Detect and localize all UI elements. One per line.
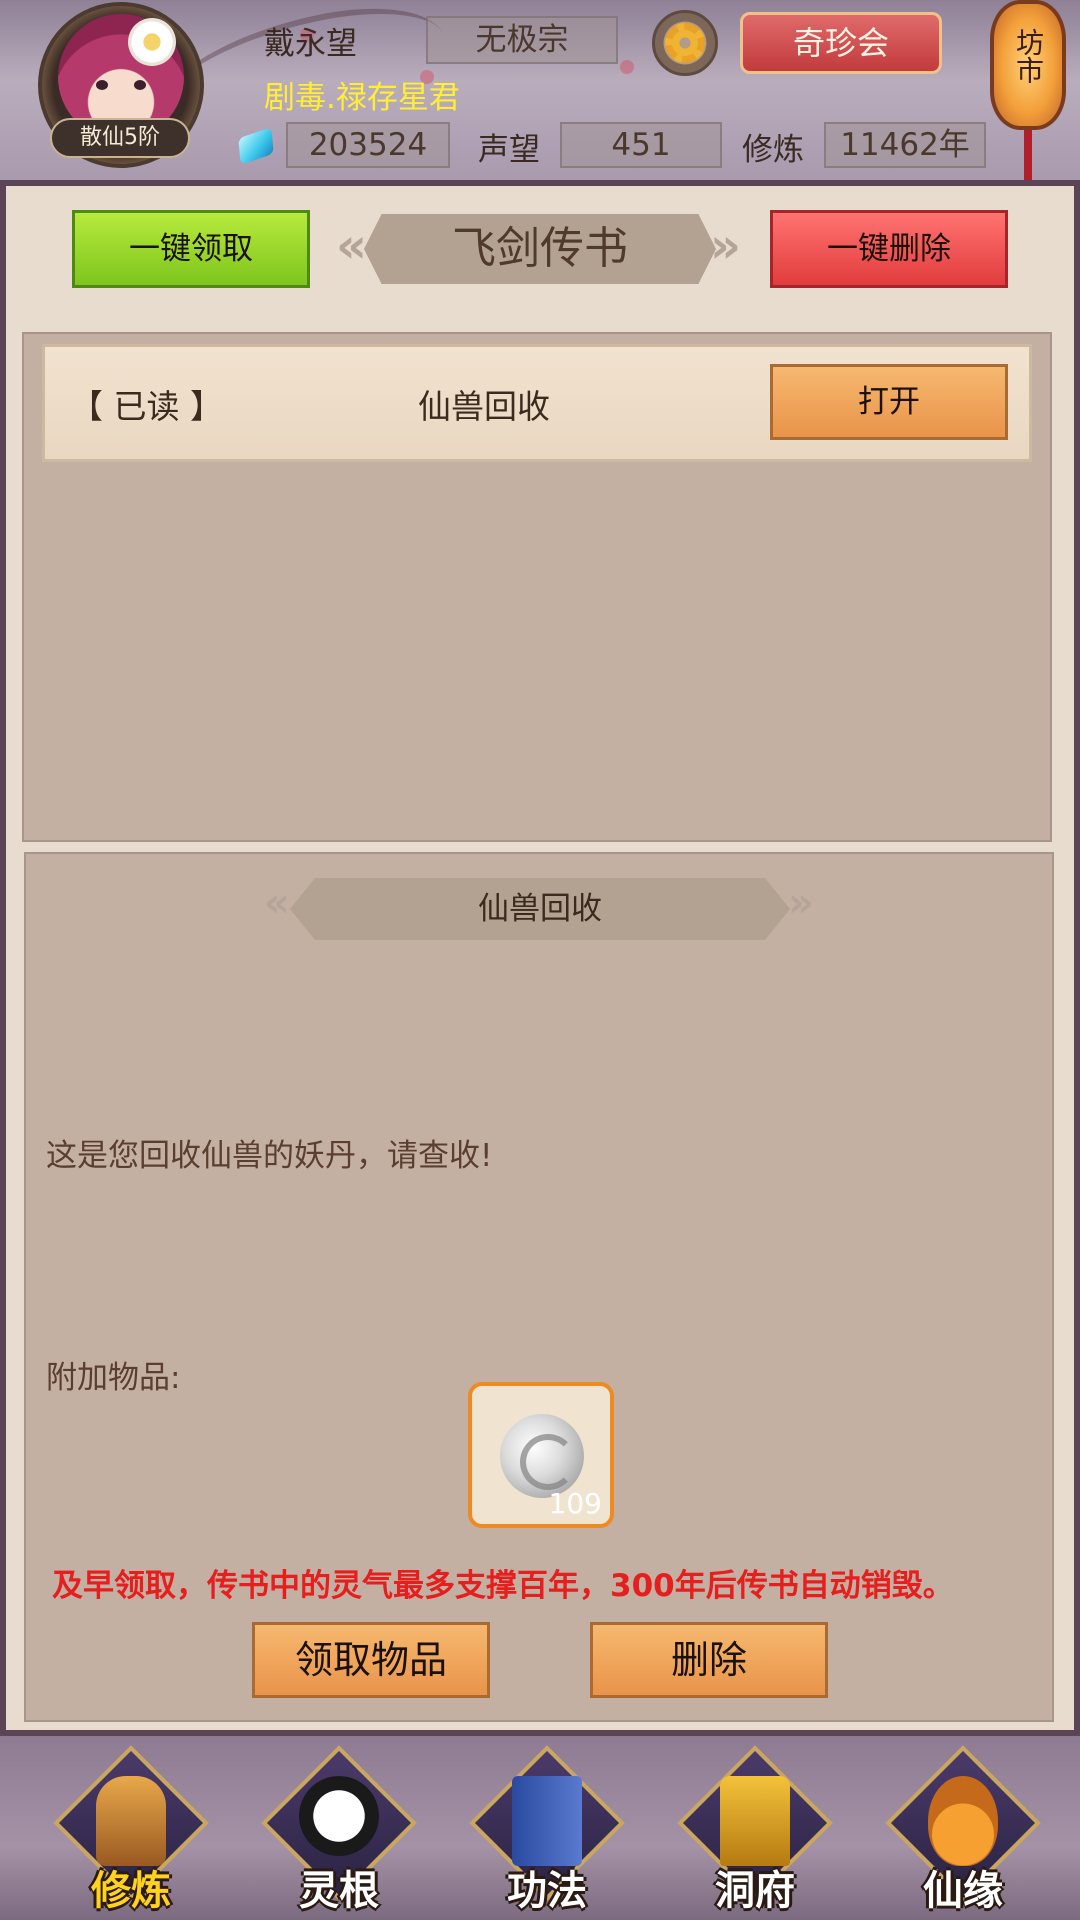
player-name: 戴永望 [264,26,357,62]
mail-read-status: 【 已读 】 [70,387,223,426]
nav-fortune[interactable]: 仙缘 [885,1745,1041,1918]
reputation-label: 声望 [478,132,540,168]
open-mail-button[interactable]: 打开 [770,364,1008,440]
chevron-right-icon: » [710,218,742,274]
silver-orb-icon [500,1414,584,1498]
chevron-right-icon: » [788,880,814,926]
mail-subject: 仙兽回收 [418,387,550,426]
expiry-warning: 及早领取，传书中的灵气最多支撑百年，300年后传书自动销毁。 [52,1568,954,1604]
lantern-tassel [1024,130,1032,180]
chevron-left-icon: « [264,880,290,926]
gear-icon [665,23,705,63]
claim-all-button[interactable]: 一键领取 [72,210,310,288]
market-label: 坊市 [994,28,1062,93]
nav-cave-abode[interactable]: 洞府 [677,1745,833,1918]
nav-label: 灵根 [299,1868,379,1914]
player-title: 剧毒.禄存星君 [264,80,460,116]
portrait-eyes [96,80,146,90]
reputation-value: 451 [560,122,722,168]
nav-label: 仙缘 [923,1868,1003,1914]
sect-name: 无极宗 [426,16,618,64]
mail-body-text: 这是您回收仙兽的妖丹，请查收! [46,1138,493,1174]
rank-badge: 散仙5阶 [50,118,190,158]
attachment-item-slot[interactable]: 109 [468,1382,614,1528]
attachment-count: 109 [548,1487,602,1520]
spirit-stone-count: 203524 [286,122,450,168]
monk-icon [96,1776,166,1866]
mail-detail-title: 仙兽回收 [290,878,790,940]
cultivation-label: 修炼 [742,132,804,168]
blossom-decoration [620,60,634,74]
chevron-left-icon: « [336,218,368,274]
nav-spirit-root[interactable]: 灵根 [261,1745,417,1918]
market-lantern-button[interactable]: 坊市 [990,0,1066,130]
market-label-text: 坊市 [1012,28,1045,84]
book-icon [512,1776,582,1866]
delete-all-button[interactable]: 一键删除 [770,210,1008,288]
yin-yang-sword-icon [299,1776,379,1856]
nav-cultivate[interactable]: 修炼 [53,1745,209,1918]
flower-hairpin-icon [128,18,176,66]
pagoda-icon [720,1776,790,1866]
nav-label: 修炼 [91,1868,171,1914]
nav-label: 洞府 [715,1868,795,1914]
nav-techniques[interactable]: 功法 [469,1745,625,1918]
page-title: 飞剑传书 [364,214,716,284]
cultivation-value: 11462年 [824,122,986,168]
gourd-icon [928,1776,998,1866]
claim-items-button[interactable]: 领取物品 [252,1622,490,1698]
nav-label: 功法 [507,1868,587,1914]
settings-button[interactable] [652,10,718,76]
attachments-label: 附加物品: [46,1360,181,1396]
treasure-shop-button[interactable]: 奇珍会 [740,12,942,74]
delete-mail-button[interactable]: 删除 [590,1622,828,1698]
